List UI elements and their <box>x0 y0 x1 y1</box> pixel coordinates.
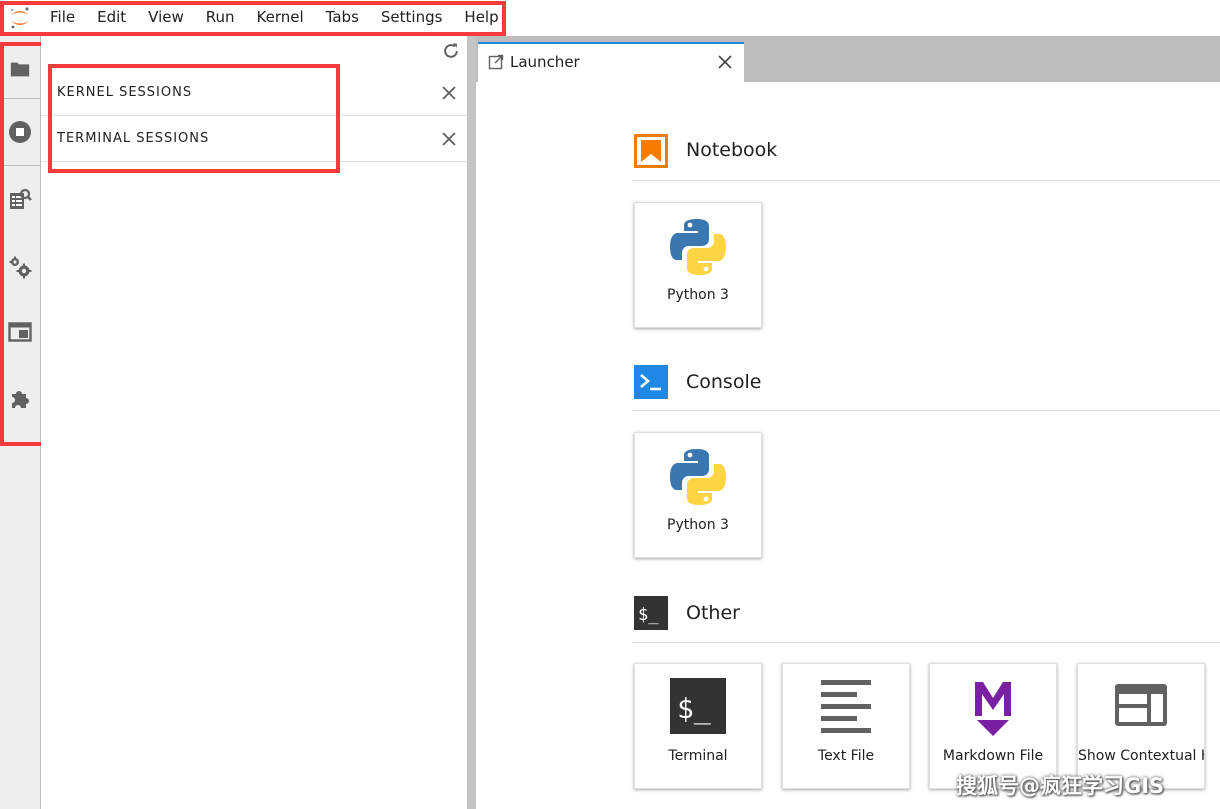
notebook-icon <box>634 134 668 168</box>
launcher-panel: Notebook Python 3 Console Python 3 $_ Ot… <box>476 82 1220 809</box>
watermark-text: 搜狐号@疯狂学习GIS <box>956 774 1165 798</box>
card-label: Python 3 <box>667 287 729 303</box>
close-icon[interactable] <box>439 83 459 103</box>
jupyterlab-window: File Edit View Run Kernel Tabs Settings … <box>0 0 1220 809</box>
card-label: Python 3 <box>667 517 729 533</box>
launcher-card-console-python3[interactable]: Python 3 <box>634 432 762 558</box>
markdown-icon <box>975 682 1011 736</box>
python-logo-icon <box>670 449 726 505</box>
text-file-icon <box>821 680 871 733</box>
card-label: Text File <box>817 748 875 764</box>
terminal-icon: $_ <box>670 678 726 734</box>
category-title-other: Other <box>686 602 740 624</box>
tab-label: Launcher <box>510 53 580 71</box>
card-icon-wrap <box>930 678 1056 740</box>
refresh-icon[interactable] <box>441 41 461 61</box>
category-title-notebook: Notebook <box>686 139 778 161</box>
console-icon <box>634 365 668 399</box>
category-divider <box>632 410 1220 411</box>
launcher-card-text-file[interactable]: Text File <box>782 663 910 789</box>
category-divider <box>632 180 1220 181</box>
menu-highlight-box <box>0 1 506 36</box>
activity-bar-highlight-box <box>0 42 47 446</box>
svg-text:$_: $_ <box>638 605 659 625</box>
tab-launcher[interactable]: Launcher <box>478 42 744 82</box>
contextual-help-icon <box>1115 684 1167 726</box>
category-title-console: Console <box>686 371 762 393</box>
card-label: Show Contextual Help <box>1078 748 1204 764</box>
launcher-card-terminal[interactable]: $_ Terminal <box>634 663 762 789</box>
card-label: Markdown File <box>942 748 1044 764</box>
category-divider <box>632 642 1220 643</box>
close-icon[interactable] <box>439 129 459 149</box>
close-icon[interactable] <box>716 53 734 71</box>
python-logo-icon <box>670 219 726 275</box>
launcher-icon <box>488 54 504 70</box>
sessions-highlight-box <box>48 64 340 173</box>
card-icon-wrap <box>783 678 909 740</box>
panel-splitter[interactable] <box>467 36 476 809</box>
launcher-card-notebook-python3[interactable]: Python 3 <box>634 202 762 328</box>
terminal-category-icon: $_ <box>634 596 668 630</box>
card-icon-wrap <box>1078 678 1204 740</box>
card-icon-wrap <box>635 447 761 509</box>
svg-text:$_: $_ <box>677 692 711 726</box>
card-icon-wrap: $_ <box>635 678 761 740</box>
card-icon-wrap <box>635 217 761 279</box>
card-label: Terminal <box>668 748 728 764</box>
main-tab-bar: Launcher <box>476 36 1220 82</box>
